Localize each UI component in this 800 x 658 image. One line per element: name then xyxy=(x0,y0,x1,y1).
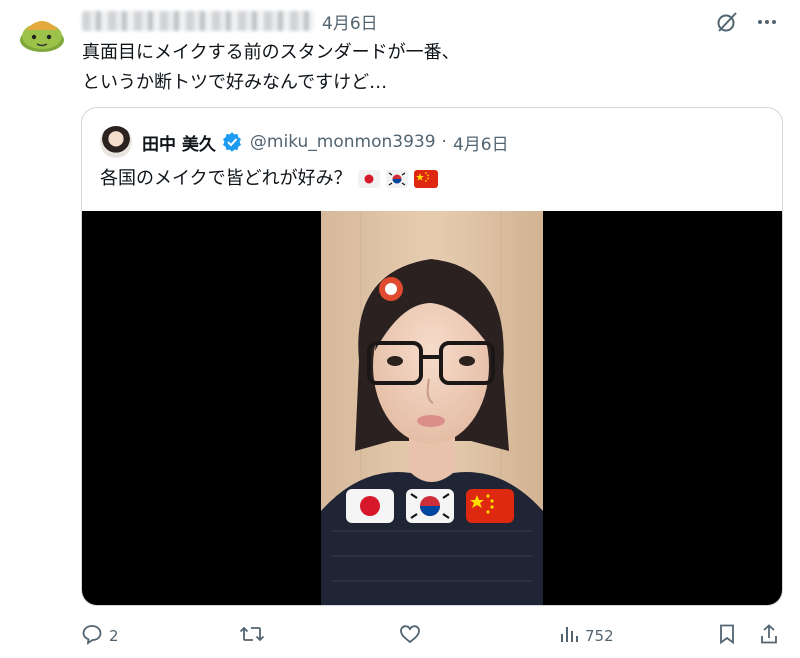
post-text: 真面目にメイクする前のスタンダードが一番、 というか断トツで好みなんですけど… xyxy=(82,38,772,98)
more-icon[interactable] xyxy=(754,9,780,35)
quote-date[interactable]: 4月6日 xyxy=(453,130,509,155)
quoted-tweet-card[interactable]: 田中 美久 @miku_monmon3939 · 4月6日 各国のメイクで皆どれ… xyxy=(81,107,783,606)
post-action-bar: 2 752 xyxy=(81,622,781,650)
verified-icon xyxy=(222,132,242,152)
post-text-line: というか断トツで好みなんですけど… xyxy=(82,72,388,93)
quote-header: 田中 美久 @miku_monmon3939 · 4月6日 xyxy=(100,125,509,159)
view-count: 752 xyxy=(585,627,614,645)
quote-avatar[interactable] xyxy=(100,126,132,158)
japan-flag-icon xyxy=(357,170,380,188)
reply-count: 2 xyxy=(109,627,119,645)
author-name-blurred[interactable] xyxy=(82,11,314,31)
bookmark-button[interactable] xyxy=(717,623,737,649)
post-date[interactable]: 4月6日 xyxy=(322,9,378,34)
video-media[interactable] xyxy=(82,211,782,605)
korea-flag-icon xyxy=(385,170,408,188)
post-author-row: 4月6日 xyxy=(82,9,378,34)
retweet-icon xyxy=(239,623,265,649)
author-avatar[interactable] xyxy=(18,10,68,54)
china-flag-icon xyxy=(413,170,438,188)
separator-dot: · xyxy=(441,132,447,152)
quote-text-body: 各国のメイクで皆どれが好み？ xyxy=(100,168,352,189)
quote-author-name[interactable]: 田中 美久 xyxy=(142,130,216,155)
retweet-button[interactable] xyxy=(239,623,265,649)
views-button[interactable]: 752 xyxy=(559,624,614,648)
views-icon xyxy=(559,624,579,648)
quote-author-handle[interactable]: @miku_monmon3939 xyxy=(250,132,436,152)
like-icon xyxy=(399,623,421,649)
video-thumbnail[interactable] xyxy=(321,211,543,605)
share-icon xyxy=(759,623,779,649)
share-button[interactable] xyxy=(759,623,779,649)
like-button[interactable] xyxy=(399,623,421,649)
post-text-line: 真面目にメイクする前のスタンダードが一番、 xyxy=(82,42,460,63)
reply-button[interactable]: 2 xyxy=(81,623,119,649)
post-top-icons xyxy=(714,9,780,35)
bookmark-icon xyxy=(717,623,737,649)
grok-icon[interactable] xyxy=(714,9,740,35)
reply-icon xyxy=(81,623,103,649)
quote-text: 各国のメイクで皆どれが好み？ xyxy=(100,164,438,194)
